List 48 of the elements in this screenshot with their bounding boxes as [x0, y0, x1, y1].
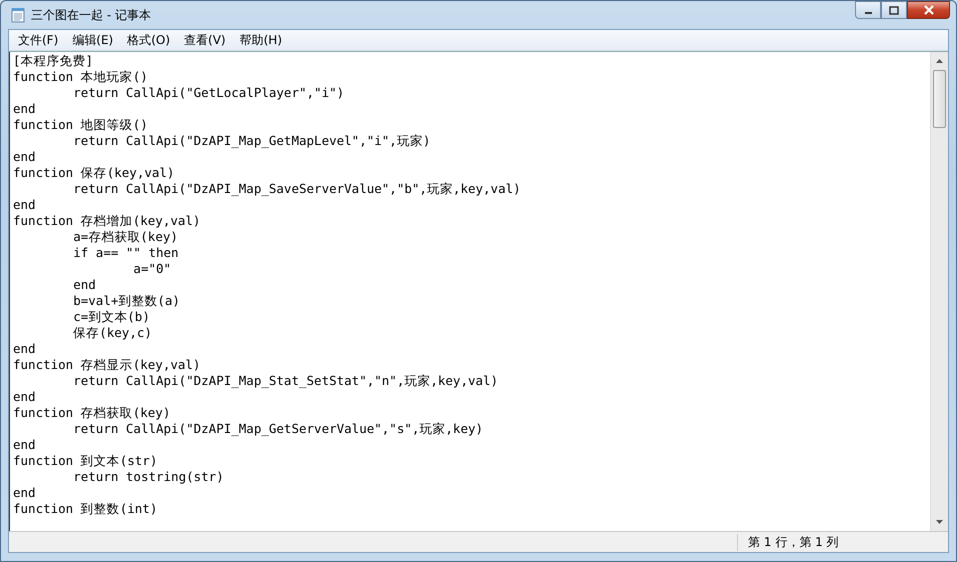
code-line: function 到文本(str) — [13, 453, 158, 469]
code-line: a=存档获取(key) — [72, 229, 178, 245]
close-button[interactable] — [907, 1, 950, 19]
code-line: end — [72, 277, 96, 293]
code-line: c=到文本(b) — [72, 309, 150, 325]
maximize-icon — [889, 6, 899, 14]
menu-item[interactable]: 格式(O) — [120, 32, 178, 48]
code-line: if a== "" then — [72, 245, 179, 261]
vertical-scrollbar[interactable] — [930, 52, 948, 531]
minimize-button[interactable] — [855, 1, 881, 19]
code-line: function 存档显示(key,val) — [13, 357, 200, 373]
menu-item[interactable]: 帮助(H) — [232, 32, 289, 48]
code-line: return tostring(str) — [72, 469, 224, 485]
code-line: return CallApi("DzAPI_Map_SaveServerValue","b",玩家,key,val) — [72, 181, 521, 197]
code-line: function 存档获取(key) — [13, 405, 170, 421]
code-line: a="0" — [132, 261, 172, 277]
code-line: end — [13, 437, 36, 453]
code-line: end — [13, 197, 36, 213]
code-line: [本程序免费] — [13, 53, 94, 69]
code-line: b=val+到整数(a) — [72, 293, 180, 309]
code-line: return CallApi("DzAPI_Map_Stat_SetStat","n",玩家,key,val) — [72, 373, 498, 389]
code-line: end — [13, 149, 36, 165]
code-line: return CallApi("GetLocalPlayer","i") — [72, 85, 344, 101]
text-area[interactable] — [9, 51, 948, 531]
menu-item[interactable]: 查看(V) — [177, 32, 233, 48]
maximize-button[interactable] — [881, 1, 907, 19]
code-line: function 地图等级() — [13, 117, 148, 133]
minimize-icon — [864, 12, 872, 14]
code-line: function 存档增加(key,val) — [13, 213, 200, 229]
scroll-thumb[interactable] — [933, 70, 946, 128]
code-line: function 本地玩家() — [13, 69, 148, 85]
scroll-up-icon[interactable] — [936, 59, 943, 63]
code-line: return CallApi("DzAPI_Map_GetServerValue","s",玩家,key) — [72, 421, 484, 437]
scroll-down-icon[interactable] — [936, 520, 943, 524]
code-line: end — [13, 341, 36, 357]
window-title: 三个图在一起 - 记事本 — [31, 6, 151, 24]
code-line: function 到整数(int) — [13, 501, 158, 517]
code-line: end — [13, 101, 36, 117]
cursor-position: 第 1 行，第 1 列 — [737, 534, 948, 550]
code-line: return CallApi("DzAPI_Map_GetMapLevel","i",玩家) — [72, 133, 430, 149]
code-line: end — [13, 485, 36, 501]
menu-item[interactable]: 文件(F) — [11, 32, 66, 48]
code-line: end — [13, 389, 36, 405]
code-line: function 保存(key,val) — [13, 165, 174, 181]
code-line: 保存(key,c) — [72, 325, 152, 341]
notepad-icon — [11, 7, 25, 23]
menu-item[interactable]: 编辑(E) — [65, 32, 120, 48]
close-icon — [924, 5, 934, 15]
